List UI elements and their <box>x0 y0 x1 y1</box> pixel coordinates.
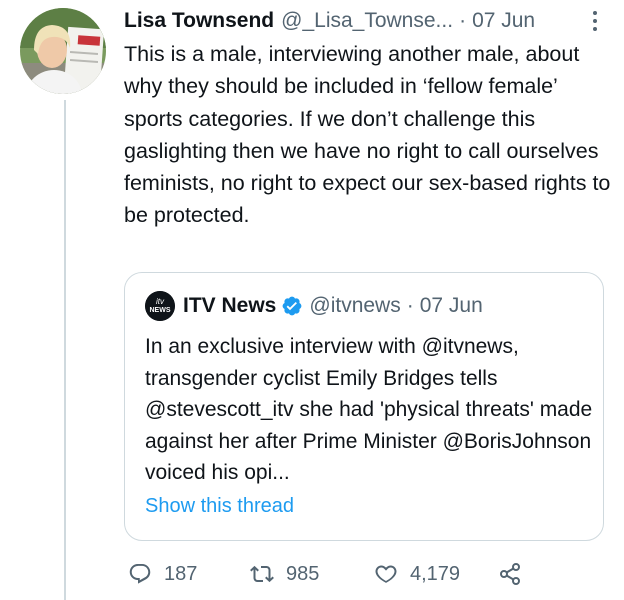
itv-news-logo: itv NEWS <box>145 291 175 321</box>
tweet-text: This is a male, interviewing another mal… <box>124 42 611 228</box>
quoted-tweet-header: itv NEWS ITV News @itvnews · 07 Jun <box>145 291 483 321</box>
author-handle[interactable]: @_Lisa_Townse... <box>281 9 453 33</box>
quoted-author-handle: @itvnews <box>309 294 401 317</box>
reply-count: 187 <box>164 562 198 585</box>
quoted-author-name: ITV News <box>183 294 277 317</box>
share-icon <box>500 563 520 585</box>
tweet-actions-bar: 187 985 4,179 <box>128 559 548 589</box>
separator-dot: · <box>459 9 467 32</box>
quoted-tweet-date: 07 Jun <box>419 294 483 317</box>
tweet-header: Lisa Townsend @_Lisa_Townse... · 07 Jun <box>124 6 604 36</box>
more-vertical-icon[interactable] <box>586 9 604 33</box>
author-name[interactable]: Lisa Townsend <box>124 9 274 33</box>
profile-photo <box>20 8 106 94</box>
thread-connector-line <box>64 100 66 600</box>
svg-text:itv: itv <box>156 297 165 306</box>
retweet-button[interactable]: 985 <box>250 559 319 589</box>
quoted-tweet-text: In an exclusive interview with @itvnews,… <box>145 335 593 484</box>
svg-text:NEWS: NEWS <box>150 307 171 314</box>
tweet-date[interactable]: 07 Jun <box>472 9 535 33</box>
like-button[interactable]: 4,179 <box>374 559 460 589</box>
verified-badge-icon <box>282 296 302 316</box>
avatar[interactable] <box>20 8 106 94</box>
show-thread-link[interactable]: Show this thread <box>145 495 294 518</box>
retweet-icon <box>250 565 274 583</box>
retweet-count: 985 <box>286 562 320 585</box>
like-count: 4,179 <box>410 562 461 585</box>
quoted-separator-dot: · <box>406 294 414 317</box>
like-icon <box>375 565 397 583</box>
reply-icon <box>129 564 151 584</box>
quoted-author-avatar: itv NEWS <box>145 291 175 321</box>
quoted-tweet-card[interactable]: itv NEWS ITV News @itvnews · 07 Jun In a… <box>124 272 604 541</box>
reply-button[interactable]: 187 <box>128 559 197 589</box>
share-button[interactable] <box>498 559 534 589</box>
